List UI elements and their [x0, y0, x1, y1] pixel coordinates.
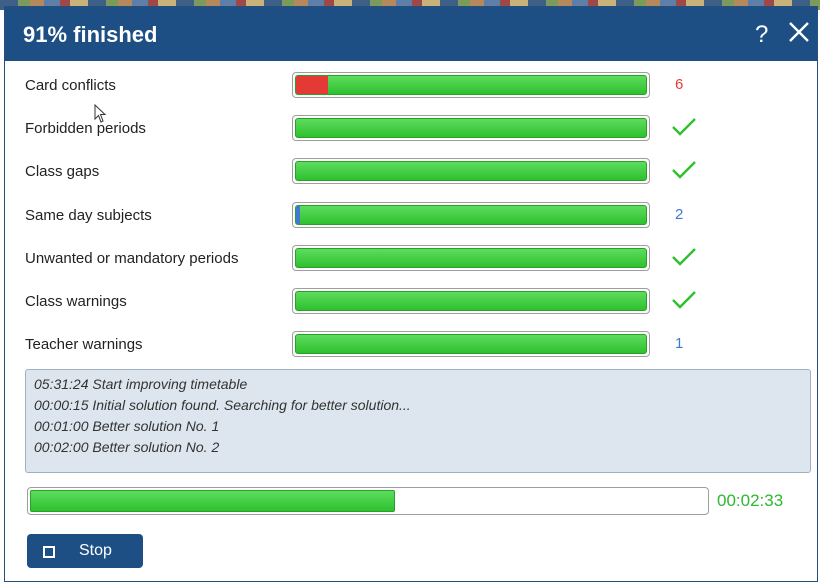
stop-button-label: Stop — [79, 542, 112, 559]
issue-count: 6 — [675, 76, 684, 93]
log-line: 00:01:00 Better solution No. 1 — [34, 418, 220, 434]
overall-progress-bar — [27, 487, 709, 515]
criterion-progress-bar — [292, 201, 650, 228]
criterion-row: Unwanted or mandatory periods — [5, 240, 819, 280]
stop-button[interactable]: Stop — [27, 534, 143, 568]
dialog-titlebar: 91% finished ? — [5, 7, 817, 61]
close-icon — [789, 22, 809, 42]
criterion-row: Card conflicts 6 — [5, 67, 819, 107]
issue-count: 1 — [675, 335, 684, 353]
criterion-progress-track — [295, 247, 647, 268]
criterion-label: Unwanted or mandatory periods — [25, 249, 239, 267]
criterion-label: Same day subjects — [25, 206, 152, 224]
criterion-progress-bar — [292, 158, 650, 185]
dialog-title: 91% finished — [23, 22, 158, 47]
log-line: 05:31:24 Start improving timetable — [34, 376, 248, 392]
stop-icon — [43, 546, 55, 558]
criterion-progress-track — [295, 75, 647, 95]
issue-count: 2 — [675, 205, 684, 223]
check-icon — [671, 159, 697, 181]
criterion-progress-bar — [292, 331, 650, 358]
criterion-progress-track — [295, 161, 647, 182]
criterion-label: Teacher warnings — [25, 336, 143, 354]
log-line: 00:02:00 Better solution No. 2 — [34, 439, 220, 455]
log-line: 00:00:15 Initial solution found. Searchi… — [34, 397, 411, 413]
criterion-label: Class gaps — [25, 163, 100, 181]
criterion-row: Teacher warnings 1 — [5, 326, 819, 366]
log-panel: 05:31:24 Start improving timetable 00:00… — [25, 369, 811, 473]
check-icon — [671, 116, 697, 138]
check-icon — [671, 246, 697, 268]
criterion-progress-bar — [292, 72, 650, 98]
close-button[interactable] — [787, 19, 813, 47]
criterion-label: Card conflicts — [25, 77, 116, 94]
overall-progress-fill — [30, 490, 396, 512]
check-icon — [671, 289, 697, 311]
criterion-progress-bar — [292, 288, 650, 314]
criterion-problem-segment — [296, 205, 301, 224]
criterion-row: Class warnings — [5, 283, 819, 323]
criterion-row: Same day subjects 2 — [5, 197, 819, 237]
criterion-problem-segment — [296, 76, 328, 94]
mouse-cursor-icon — [94, 104, 107, 123]
generation-progress-dialog: 91% finished ? Card conflicts 6 Forbidden … — [4, 6, 818, 582]
help-button[interactable]: ? — [755, 21, 768, 49]
criterion-progress-track — [295, 204, 647, 225]
criterion-progress-bar — [292, 244, 650, 271]
criterion-row: Class gaps — [5, 153, 819, 193]
criterion-label: Forbidden periods — [25, 120, 146, 138]
criterion-progress-track — [295, 118, 647, 139]
criterion-progress-track — [295, 334, 647, 355]
criterion-row: Forbidden periods — [5, 110, 819, 150]
criterion-progress-bar — [292, 115, 650, 142]
criterion-label: Class warnings — [25, 293, 127, 310]
criterion-progress-track — [295, 291, 647, 311]
elapsed-time: 00:02:33 — [717, 491, 784, 510]
